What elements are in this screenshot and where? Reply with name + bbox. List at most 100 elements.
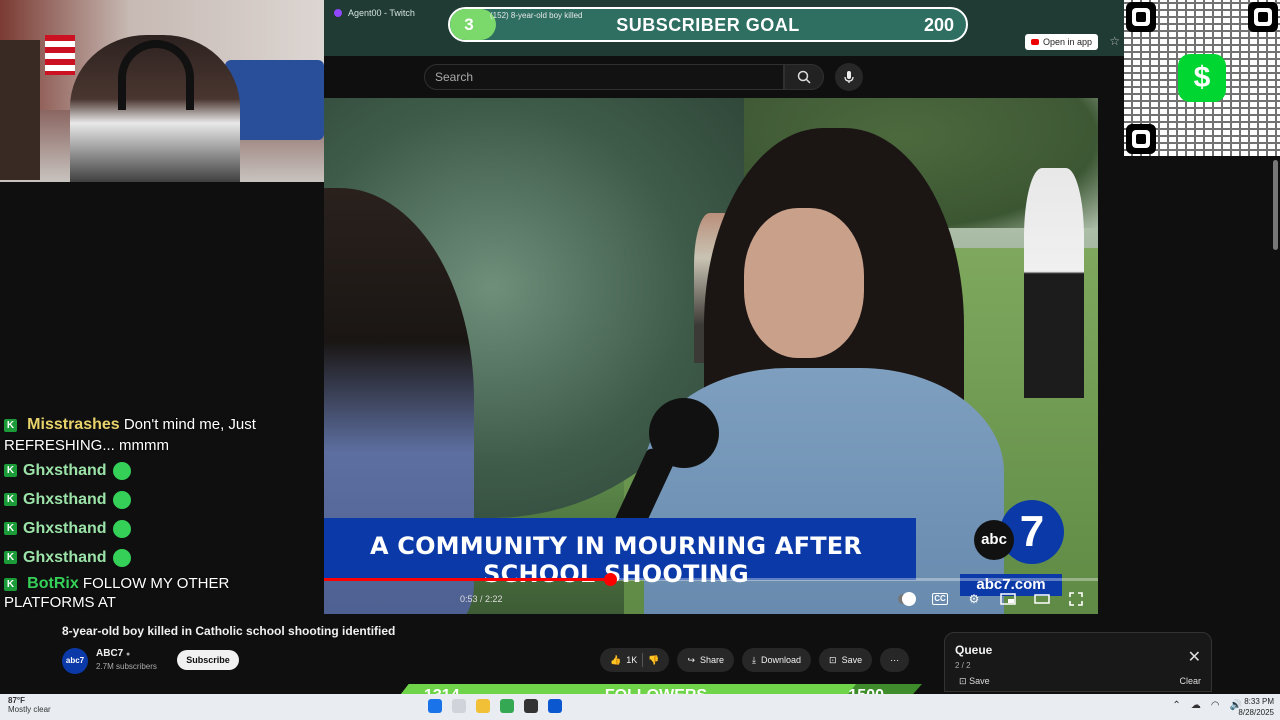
chat-username: Ghxsthand xyxy=(23,490,107,508)
close-icon[interactable]: ✕ xyxy=(1188,647,1201,667)
app-icon[interactable] xyxy=(548,699,562,713)
queue-clear-button[interactable]: Clear xyxy=(1179,676,1201,686)
taskbar-apps xyxy=(428,699,562,713)
chat-username: BotRix xyxy=(27,575,79,592)
channel-subscribers: 2.7M subscribers xyxy=(96,662,157,671)
emote-icon xyxy=(112,461,131,480)
like-dislike-separator xyxy=(642,653,644,667)
qr-finder-bottom-left xyxy=(1126,124,1156,154)
share-button[interactable]: ↪ Share xyxy=(677,648,735,672)
video-background-man xyxy=(1024,168,1084,398)
chat-message: K Ghxsthand xyxy=(4,543,324,572)
like-count: 1K xyxy=(626,655,638,665)
chevron-up-icon[interactable]: ⌃ xyxy=(1172,700,1180,711)
video-controls-right: CC ⚙ xyxy=(898,586,1098,612)
taskbar-clock[interactable]: 8:33 PM 8/28/2025 xyxy=(1238,696,1274,718)
queue-title: Queue xyxy=(955,643,993,657)
windows-taskbar: 87°F Mostly clear ⌃ ☁ ◠ 🔊 8:33 PM 8/28/2… xyxy=(0,694,1280,720)
search-button[interactable] xyxy=(784,64,824,90)
save-button[interactable]: ⊡ Save xyxy=(819,648,873,672)
verified-icon: ● xyxy=(126,651,131,658)
theater-mode-button[interactable] xyxy=(1034,592,1050,606)
emote-icon xyxy=(112,490,131,509)
abc7-logo: 7 abc xyxy=(974,500,1064,570)
settings-button[interactable]: ⚙ xyxy=(966,592,982,606)
kick-badge-icon: K xyxy=(4,577,17,591)
video-time: 0:53 / 2:22 xyxy=(460,594,503,604)
channel-name[interactable]: ABC7 ● xyxy=(96,648,130,659)
queue-save-label: Save xyxy=(969,676,990,686)
system-tray: ⌃ ☁ ◠ 🔊 xyxy=(1172,700,1242,711)
theater-mode-icon xyxy=(1034,594,1050,604)
subscribe-button[interactable]: Subscribe xyxy=(177,650,239,670)
like-dislike-button[interactable]: 👍 1K 👎 xyxy=(600,648,670,672)
chat-message: K Ghxsthand xyxy=(4,485,324,514)
miniplayer-button[interactable] xyxy=(1000,592,1016,606)
youtube-icon xyxy=(1030,39,1039,45)
clock-date: 8/28/2025 xyxy=(1238,708,1274,717)
video-player[interactable]: A COMMUNITY IN MOURNING AFTER SCHOOL SHO… xyxy=(324,98,1098,614)
video-progress-fill xyxy=(324,578,611,581)
browser-tab-title: Agent00 - Twitch xyxy=(348,8,415,18)
news-lower-third: A COMMUNITY IN MOURNING AFTER SCHOOL SHO… xyxy=(324,518,916,588)
open-in-app-label: Open in app xyxy=(1042,37,1092,47)
captions-icon: CC xyxy=(932,593,948,605)
video-actions: 👍 1K 👎 ↪ Share ⤓ Download ⊡ Save ⋯ xyxy=(600,648,910,672)
file-explorer-icon[interactable] xyxy=(476,699,490,713)
clock-time: 8:33 PM xyxy=(1244,697,1274,706)
share-label: Share xyxy=(700,655,725,665)
kick-badge-icon: K xyxy=(4,493,17,506)
search-input[interactable]: Search xyxy=(424,64,784,90)
autoplay-toggle-icon xyxy=(898,592,916,606)
autoplay-toggle[interactable] xyxy=(898,592,916,606)
weather-widget[interactable]: 87°F Mostly clear xyxy=(8,696,51,714)
webcam-flag xyxy=(45,35,75,75)
start-icon[interactable] xyxy=(428,699,442,713)
webcam-overlay xyxy=(0,0,324,182)
open-in-app-button[interactable]: Open in app xyxy=(1024,34,1098,50)
chat-username: Ghxsthand xyxy=(23,461,107,479)
channel-avatar[interactable]: abc7 xyxy=(62,648,88,674)
fullscreen-icon xyxy=(1069,592,1083,606)
chat-message: K Ghxsthand xyxy=(4,456,324,485)
more-actions-button[interactable]: ⋯ xyxy=(880,648,910,672)
miniplayer-icon xyxy=(1000,593,1016,605)
video-interviewee-face xyxy=(744,208,864,358)
qr-finder-top-left xyxy=(1126,2,1156,32)
video-progress-bar[interactable] xyxy=(324,573,1098,586)
youtube-header: Search xyxy=(324,56,1124,98)
emote-icon xyxy=(112,548,131,567)
bookmark-icon: ⊡ xyxy=(959,676,967,686)
bookmark-star-icon[interactable]: ☆ xyxy=(1109,34,1120,48)
chat-overlay: K Misstrashes Don't mind me, Just REFRES… xyxy=(4,414,324,612)
chat-username: Ghxsthand xyxy=(23,519,107,537)
chat-message-first: K Misstrashes Don't mind me, Just REFRES… xyxy=(4,414,324,456)
stream-screen: Agent00 - Twitch Open in app ☆ (152) 8-y… xyxy=(0,0,1280,720)
fullscreen-button[interactable] xyxy=(1068,592,1084,606)
youtube-sidebar xyxy=(1098,98,1280,614)
obs-icon[interactable] xyxy=(524,699,538,713)
queue-save-button[interactable]: ⊡ Save xyxy=(959,676,990,687)
browser-tab[interactable]: Agent00 - Twitch xyxy=(334,8,415,18)
voice-search-button[interactable] xyxy=(835,63,863,91)
search-icon xyxy=(797,70,811,84)
chat-message-bot: K BotRix FOLLOW MY OTHER PLATFORMS AT xyxy=(4,574,324,612)
abc-circle: abc xyxy=(974,520,1014,560)
wifi-icon[interactable]: ◠ xyxy=(1211,700,1220,711)
page-scrollbar[interactable] xyxy=(1273,160,1278,250)
subscriber-goal-label: SUBSCRIBER GOAL xyxy=(616,15,800,35)
thumbs-down-icon[interactable]: 👎 xyxy=(648,655,659,666)
queue-count: 2 / 2 xyxy=(955,661,971,670)
share-icon: ↪ xyxy=(687,654,695,665)
kick-badge-icon: K xyxy=(4,418,17,432)
subscriber-goal-bar: (152) 8-year-old boy killed 3 SUBSCRIBER… xyxy=(448,7,968,42)
download-button[interactable]: ⤓ Download xyxy=(742,648,812,672)
search-icon[interactable] xyxy=(452,699,466,713)
emote-icon xyxy=(112,519,131,538)
cloud-icon[interactable]: ☁ xyxy=(1191,700,1201,711)
weather-temp: 87°F xyxy=(8,696,25,705)
video-microphone xyxy=(649,398,719,468)
captions-button[interactable]: CC xyxy=(932,592,948,606)
browser-icon[interactable] xyxy=(500,699,514,713)
thumbs-up-icon: 👍 xyxy=(610,654,622,665)
